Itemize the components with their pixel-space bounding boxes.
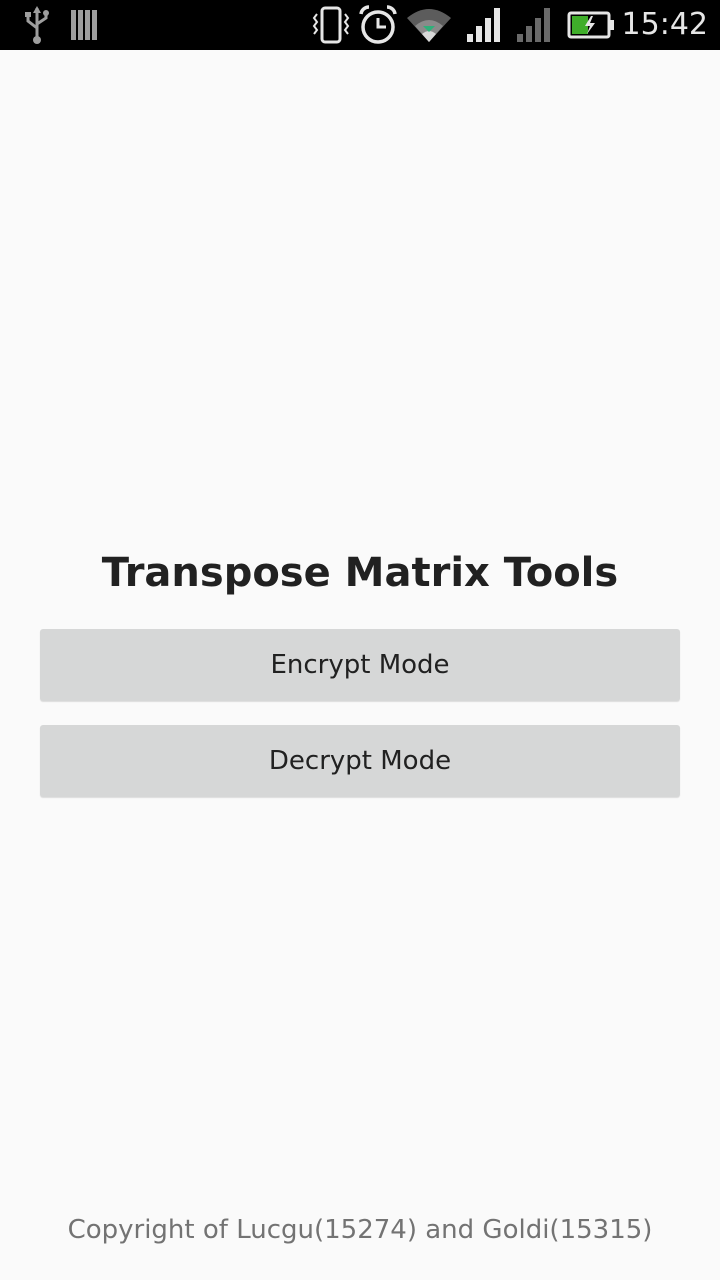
- vibrate-icon: [310, 0, 352, 50]
- status-bar: 15:42: [0, 0, 720, 50]
- usb-icon: [22, 0, 52, 50]
- battery-charging-icon: [566, 0, 618, 50]
- status-time: 15:42: [621, 7, 708, 42]
- storage-icon: [68, 0, 100, 50]
- main-content: Transpose Matrix Tools Encrypt Mode Decr…: [0, 50, 720, 1280]
- copyright-text: Copyright of Lucgu(15274) and Goldi(1531…: [67, 1215, 653, 1245]
- signal-icon: [464, 0, 504, 50]
- wifi-icon: [404, 0, 454, 50]
- decrypt-mode-button[interactable]: Decrypt Mode: [40, 725, 680, 797]
- alarm-clock-icon: [356, 0, 400, 50]
- page-title: Transpose Matrix Tools: [101, 550, 619, 596]
- signal-weak-icon: [514, 0, 554, 50]
- encrypt-mode-button[interactable]: Encrypt Mode: [40, 629, 680, 701]
